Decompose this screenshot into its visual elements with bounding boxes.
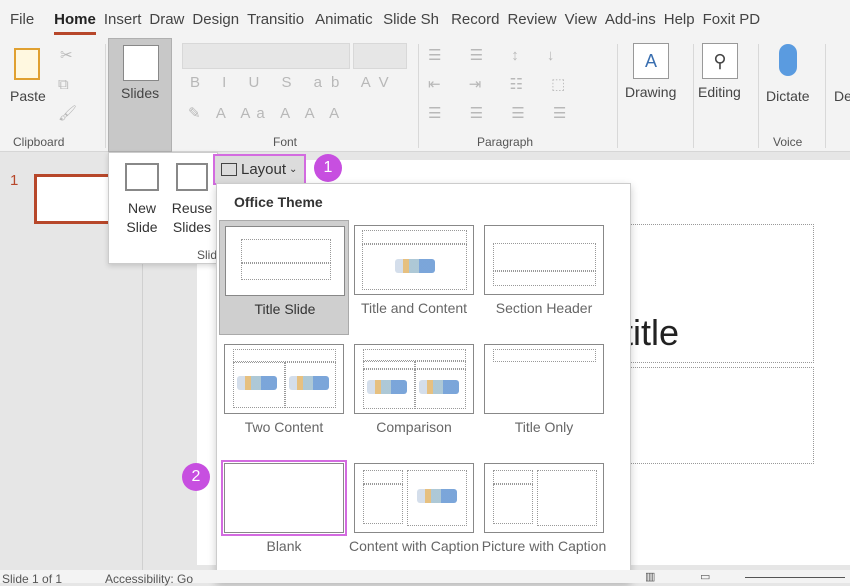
gallery-title: Office Theme — [234, 194, 323, 210]
reuse-slides-button[interactable]: Reuse Slides — [169, 199, 215, 237]
ribbon-tabs: File Home Insert Draw Design Transitio A… — [0, 0, 850, 38]
layout-two-content[interactable]: Two Content — [219, 339, 349, 454]
tab-record[interactable]: Record — [447, 0, 503, 38]
font-color-icons: ✎ A Aa A A A — [188, 105, 346, 122]
tab-help[interactable]: Help — [660, 0, 699, 38]
tab-view[interactable]: View — [561, 0, 601, 38]
slide-show-icon[interactable]: ▭ — [700, 570, 710, 583]
step-badge-2: 2 — [182, 463, 210, 491]
align-icons: ☰ ☰ ☰ ☰ — [428, 105, 579, 122]
tab-transitions[interactable]: Transitio — [243, 0, 311, 38]
font-name-select[interactable] — [182, 43, 350, 69]
voice-group-label: Voice — [773, 135, 803, 149]
font-group-label: Font — [273, 135, 298, 149]
tab-review[interactable]: Review — [503, 0, 560, 38]
chevron-down-icon: ⌄ — [289, 164, 298, 175]
layout-title-and-content[interactable]: Title and Content — [349, 220, 479, 335]
tab-insert[interactable]: Insert — [100, 0, 146, 38]
tab-home[interactable]: Home — [50, 0, 100, 38]
dictate-button[interactable]: Dictate — [766, 88, 810, 104]
paragraph-group-label: Paragraph — [477, 135, 534, 149]
thumbnail-number: 1 — [10, 172, 19, 189]
layout-button[interactable]: Layout ⌄ — [213, 154, 306, 185]
microphone-icon[interactable] — [779, 44, 797, 76]
reuse-slides-icon — [176, 163, 208, 191]
tab-draw[interactable]: Draw — [145, 0, 188, 38]
ribbon: Paste ✂ ⧉ 🖌 Clipboard Slides B I U S ab … — [0, 38, 850, 152]
layout-comparison[interactable]: Comparison — [349, 339, 479, 454]
layout-picture-with-caption[interactable]: Picture with Caption — [479, 458, 609, 573]
zoom-slider[interactable] — [745, 577, 845, 578]
editing-button[interactable]: Editing — [698, 84, 741, 100]
tab-design[interactable]: Design — [188, 0, 243, 38]
font-size-select[interactable] — [353, 43, 407, 69]
drawing-button[interactable]: Drawing — [625, 84, 676, 100]
layout-title-slide[interactable]: Title Slide — [219, 220, 349, 335]
font-format-icons: B I U S ab AV — [190, 74, 398, 91]
tab-add-ins[interactable]: Add-ins — [601, 0, 660, 38]
tab-slide-show[interactable]: Slide Sh — [379, 0, 447, 38]
title-text: title — [623, 312, 680, 353]
status-bar: Slide 1 of 1 Accessibility: Go ▥ ▭ — [0, 570, 850, 586]
tab-animations[interactable]: Animatic — [311, 0, 379, 38]
step-badge-1: 1 — [314, 154, 342, 182]
accessibility-status[interactable]: Accessibility: Go — [105, 572, 215, 586]
layout-gallery: Office Theme Title Slide Title and Conte… — [216, 183, 631, 583]
paste-button[interactable]: Paste — [10, 88, 46, 104]
layout-blank[interactable]: Blank — [219, 458, 349, 573]
tab-foxit[interactable]: Foxit PD — [699, 0, 765, 38]
slide-count: Slide 1 of 1 — [2, 572, 63, 586]
slides-button[interactable]: Slides — [108, 38, 172, 152]
layout-content-with-caption[interactable]: Content with Caption — [349, 458, 479, 573]
layout-icon — [221, 163, 237, 176]
clipboard-group-label: Clipboard — [13, 135, 65, 149]
slides-dropdown: New Slide Reuse Slides Slid — [108, 152, 218, 264]
format-painter-icon[interactable]: 🖌 — [58, 104, 77, 122]
tab-file[interactable]: File — [6, 0, 38, 38]
layout-title-only[interactable]: Title Only — [479, 339, 609, 454]
slides-group-label: Slid — [197, 248, 218, 262]
search-icon[interactable]: ⚲ — [702, 43, 738, 79]
new-slide-button[interactable]: New Slide — [117, 199, 167, 237]
indent-icons: ⇤ ⇥ ☷ ⬚ — [428, 76, 578, 93]
reading-view-icon[interactable]: ▥ — [645, 570, 655, 583]
new-slide-icon — [125, 163, 159, 191]
copy-icon[interactable]: ⧉ — [58, 76, 69, 93]
layout-icon — [123, 45, 159, 81]
layout-section-header[interactable]: Section Header — [479, 220, 609, 335]
designer-button[interactable]: De — [834, 88, 850, 104]
drawing-icon[interactable]: A — [633, 43, 669, 79]
clipboard-icon — [14, 48, 40, 80]
list-icons: ☰ ☰ ↕ ↓ — [428, 47, 567, 64]
cut-icon[interactable]: ✂ — [60, 46, 73, 64]
